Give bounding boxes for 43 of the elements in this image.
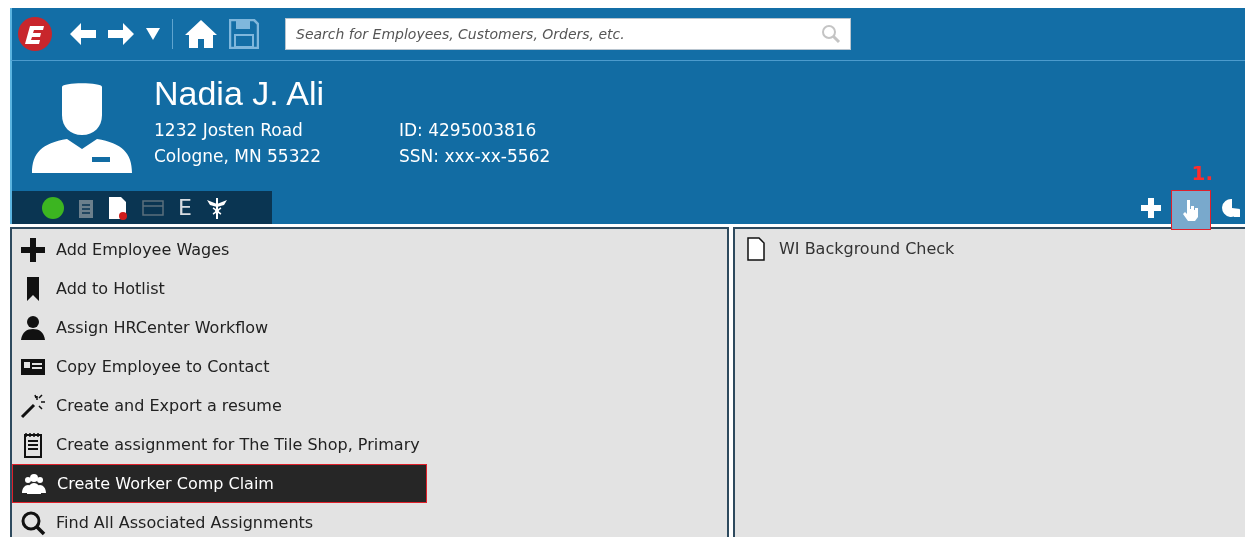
annotation-label: 1. (1191, 160, 1213, 187)
pie-chart-icon (1222, 197, 1240, 218)
wand-icon (20, 392, 46, 419)
document-item[interactable]: WI Background Check (735, 233, 1245, 265)
pointer-hand-icon (1182, 198, 1200, 221)
back-button[interactable] (70, 23, 96, 45)
search-icon (20, 509, 46, 536)
document-icon (108, 195, 128, 220)
back-arrow-icon (70, 23, 96, 45)
save-icon (229, 19, 259, 49)
app-logo[interactable] (18, 17, 52, 51)
add-icon (1141, 197, 1161, 218)
action-button[interactable] (1171, 189, 1211, 230)
document-icon (747, 237, 765, 261)
address-text: 1232 Josten Road (154, 119, 304, 142)
caret-icon (146, 28, 160, 40)
plus-icon (20, 236, 46, 263)
forward-button[interactable] (108, 23, 134, 45)
home-icon (185, 19, 217, 49)
menu-item[interactable]: Add to Hotlist (12, 269, 727, 308)
menu-item[interactable]: Create Worker Comp Claim (12, 464, 427, 503)
ssn-text: SSN: xxx-xx-5562 (399, 145, 551, 168)
card-icon (142, 199, 164, 216)
person-icon (20, 314, 46, 341)
avatar-silhouette-icon (32, 81, 132, 173)
menu-item[interactable]: Add Employee Wages (12, 230, 727, 269)
history-dropdown[interactable] (146, 28, 160, 40)
menu-item[interactable]: Copy Employee to Contact (12, 347, 727, 386)
search-icon (821, 24, 841, 44)
search-field[interactable]: Search for Employees, Customers, Orders, etc. (285, 18, 851, 50)
letter-icon: E (178, 196, 192, 219)
menu-item[interactable]: Find All Associated Assignments (12, 503, 727, 537)
caduceus-icon (205, 195, 228, 220)
address-text: Cologne, MN 55322 (154, 145, 323, 168)
menu-item[interactable]: Create and Export a resume (12, 386, 727, 425)
employee-name: Nadia J. Ali (154, 73, 326, 113)
logo-icon (25, 24, 45, 44)
forward-arrow-icon (108, 23, 134, 45)
menu-item[interactable]: Create assignment for The Tile Shop, Primary (12, 425, 727, 464)
employee-id-text: ID: 4295003816 (399, 119, 538, 142)
home-button[interactable] (185, 19, 217, 49)
save-button[interactable] (229, 19, 259, 49)
menu-item[interactable]: Assign HRCenter Workflow (12, 308, 727, 347)
